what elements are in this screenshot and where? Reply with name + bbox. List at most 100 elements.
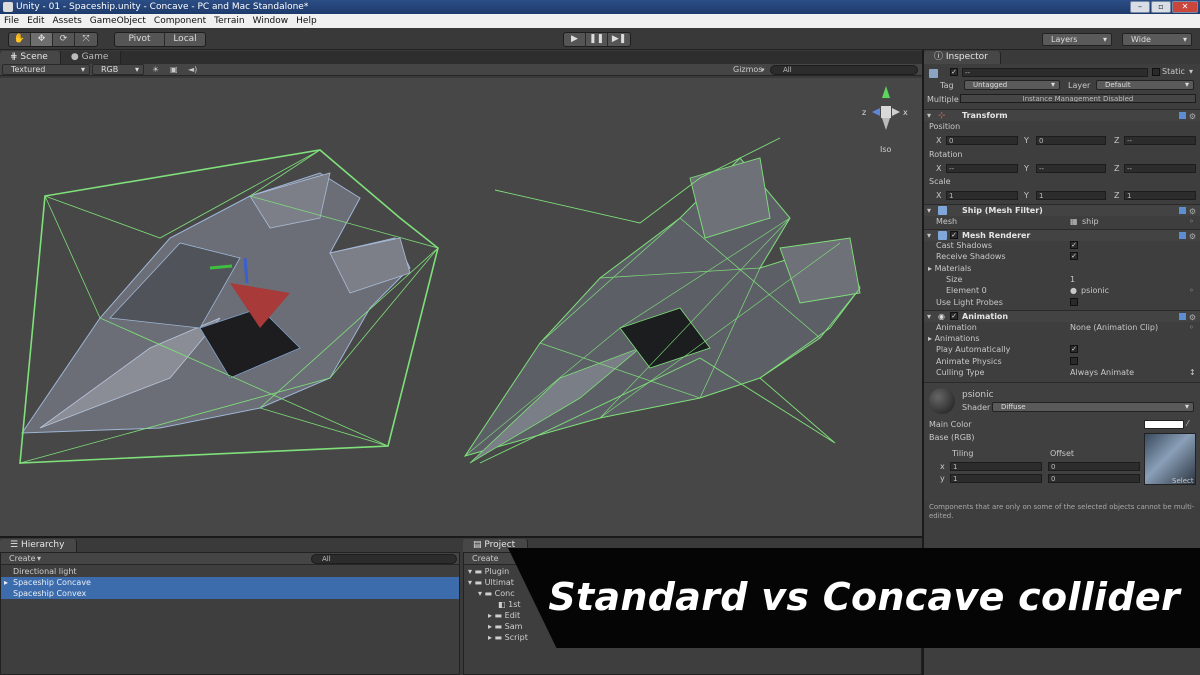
object-picker-icon[interactable]: ◦ xyxy=(1189,286,1194,296)
tab-inspector[interactable]: ⓘ Inspector xyxy=(924,51,1001,64)
shader-dropdown[interactable]: Diffuse xyxy=(992,402,1194,412)
foldout-arrow-icon[interactable]: ▾ xyxy=(927,231,931,241)
tab-scene[interactable]: ⋕ Scene xyxy=(0,51,61,64)
play-automatically-checkbox[interactable]: ✓ xyxy=(1070,345,1078,353)
menu-help[interactable]: Help xyxy=(292,14,321,28)
menu-terrain[interactable]: Terrain xyxy=(210,14,248,28)
audio-toggle-icon[interactable]: ◄) xyxy=(188,64,197,76)
play-icon[interactable]: ▶ xyxy=(564,33,586,46)
menu-edit[interactable]: Edit xyxy=(23,14,48,28)
gear-icon[interactable]: ⚙ xyxy=(1189,112,1196,121)
hand-tool-icon[interactable]: ✋ xyxy=(9,33,31,46)
receive-shadows-checkbox[interactable]: ✓ xyxy=(1070,252,1078,260)
materials-foldout[interactable]: ▸ Materials xyxy=(928,264,971,274)
scene-bottom-splitter[interactable] xyxy=(0,536,922,538)
local-button[interactable]: Local xyxy=(165,33,205,46)
position-z-input[interactable]: -- xyxy=(1124,136,1196,145)
animations-foldout[interactable]: ▸ Animations xyxy=(928,334,980,344)
project-create-button[interactable]: Create xyxy=(472,553,499,565)
close-button[interactable]: ✕ xyxy=(1172,1,1198,13)
project-folder-plugins[interactable]: ▾ ▬ Plugin xyxy=(464,566,509,577)
gizmos-menu[interactable]: Gizmos xyxy=(733,64,762,76)
project-folder-editor[interactable]: ▸ ▬ Edit xyxy=(464,610,520,621)
render-mode-dropdown[interactable]: RGB xyxy=(92,64,144,75)
rotation-z-input[interactable]: -- xyxy=(1124,164,1196,173)
project-folder-samples[interactable]: ▸ ▬ Sam xyxy=(464,621,522,632)
pause-icon[interactable]: ❚❚ xyxy=(586,33,609,46)
mesh-renderer-header[interactable]: ▾ ✓ Mesh Renderer ⚙ xyxy=(924,229,1200,241)
menu-assets[interactable]: Assets xyxy=(49,14,86,28)
animation-header[interactable]: ▾ ◉ ✓ Animation ⚙ xyxy=(924,310,1200,322)
hierarchy-create-button[interactable]: Create xyxy=(9,553,36,565)
static-chevron-icon[interactable]: ▾ xyxy=(1189,67,1193,77)
project-folder-ultimate[interactable]: ▾ ▬ Ultimat xyxy=(464,577,514,588)
rotate-tool-icon[interactable]: ⟳ xyxy=(53,33,75,46)
lighting-toggle-icon[interactable]: ☀ xyxy=(152,64,159,76)
offset-x-input[interactable]: 0 xyxy=(1048,462,1140,471)
help-book-icon[interactable] xyxy=(1179,207,1186,214)
object-picker-icon[interactable]: ◦ xyxy=(1189,217,1194,227)
scale-x-input[interactable]: 1 xyxy=(946,191,1018,200)
menu-window[interactable]: Window xyxy=(249,14,293,28)
transform-header[interactable]: ▾ ⊹ Transform ⚙ xyxy=(924,109,1200,121)
culling-type-dropdown[interactable]: Always Animate xyxy=(1070,368,1134,378)
layers-dropdown[interactable]: Layers xyxy=(1042,33,1112,46)
texture-select-button[interactable]: Select xyxy=(1172,476,1194,486)
tiling-y-input[interactable]: 1 xyxy=(950,474,1042,483)
menu-component[interactable]: Component xyxy=(150,14,210,28)
position-y-input[interactable]: 0 xyxy=(1036,136,1106,145)
minimize-button[interactable]: – xyxy=(1130,1,1150,13)
animation-clip-value[interactable]: None (Animation Clip) xyxy=(1070,323,1158,333)
image-toggle-icon[interactable]: ▣ xyxy=(170,64,178,76)
culling-chevron-icon[interactable]: ↕ xyxy=(1189,368,1196,378)
mesh-filter-header[interactable]: ▾ Ship (Mesh Filter) ⚙ xyxy=(924,204,1200,216)
scale-y-input[interactable]: 1 xyxy=(1036,191,1106,200)
tab-hierarchy[interactable]: ☰ Hierarchy xyxy=(0,539,78,552)
foldout-arrow-icon[interactable]: ▾ xyxy=(927,312,931,322)
project-folder-scripts[interactable]: ▸ ▬ Script xyxy=(464,632,528,643)
cast-shadows-checkbox[interactable]: ✓ xyxy=(1070,241,1078,249)
menu-file[interactable]: File xyxy=(0,14,23,28)
hierarchy-search-input[interactable]: All xyxy=(311,554,457,564)
tab-game[interactable]: ● Game xyxy=(60,51,122,64)
animate-physics-checkbox[interactable] xyxy=(1070,357,1078,365)
scale-z-input[interactable]: 1 xyxy=(1124,191,1196,200)
layout-dropdown[interactable]: Wide xyxy=(1122,33,1192,46)
pivot-button[interactable]: Pivot xyxy=(115,33,165,46)
hierarchy-item-spaceship-concave[interactable]: ▸ Spaceship Concave xyxy=(1,577,459,588)
size-value[interactable]: 1 xyxy=(1070,275,1075,285)
layer-dropdown[interactable]: Default xyxy=(1096,80,1194,90)
tag-dropdown[interactable]: Untagged xyxy=(964,80,1060,90)
animation-enabled-checkbox[interactable]: ✓ xyxy=(950,312,958,320)
hierarchy-item-directional-light[interactable]: Directional light xyxy=(1,566,459,577)
scene-search-input[interactable]: All xyxy=(770,65,918,75)
help-book-icon[interactable] xyxy=(1179,112,1186,119)
element0-value[interactable]: psionic xyxy=(1081,286,1109,296)
mesh-renderer-enabled-checkbox[interactable]: ✓ xyxy=(950,231,958,239)
static-checkbox[interactable] xyxy=(1152,68,1160,76)
draw-mode-dropdown[interactable]: Textured xyxy=(2,64,90,75)
active-checkbox[interactable]: ✓ xyxy=(950,68,958,76)
scene-viewport[interactable]: z x Iso xyxy=(0,78,922,536)
maximize-button[interactable]: ▫ xyxy=(1151,1,1171,13)
gear-icon[interactable]: ⚙ xyxy=(1189,313,1196,322)
gear-icon[interactable]: ⚙ xyxy=(1189,232,1196,241)
gear-icon[interactable]: ⚙ xyxy=(1189,207,1196,216)
rotation-x-input[interactable]: -- xyxy=(946,164,1018,173)
help-book-icon[interactable] xyxy=(1179,232,1186,239)
foldout-arrow-icon[interactable]: ▾ xyxy=(927,206,931,216)
help-book-icon[interactable] xyxy=(1179,313,1186,320)
tiling-x-input[interactable]: 1 xyxy=(950,462,1042,471)
project-item-1st[interactable]: ◧ 1st xyxy=(464,599,521,610)
mesh-value[interactable]: ship xyxy=(1082,217,1099,227)
move-tool-icon[interactable]: ✥ xyxy=(31,33,53,46)
foldout-arrow-icon[interactable]: ▾ xyxy=(927,111,931,121)
main-color-swatch[interactable] xyxy=(1144,420,1184,429)
scale-tool-icon[interactable]: ⤧ xyxy=(75,33,97,46)
project-folder-concave[interactable]: ▾ ▬ Conc xyxy=(464,588,515,599)
eyedropper-icon[interactable]: ⁄ xyxy=(1187,419,1188,429)
object-name-input[interactable]: -- xyxy=(962,68,1148,77)
expand-arrow-icon[interactable]: ▸ xyxy=(4,577,8,588)
menu-gameobject[interactable]: GameObject xyxy=(86,14,150,28)
rotation-y-input[interactable]: -- xyxy=(1036,164,1106,173)
